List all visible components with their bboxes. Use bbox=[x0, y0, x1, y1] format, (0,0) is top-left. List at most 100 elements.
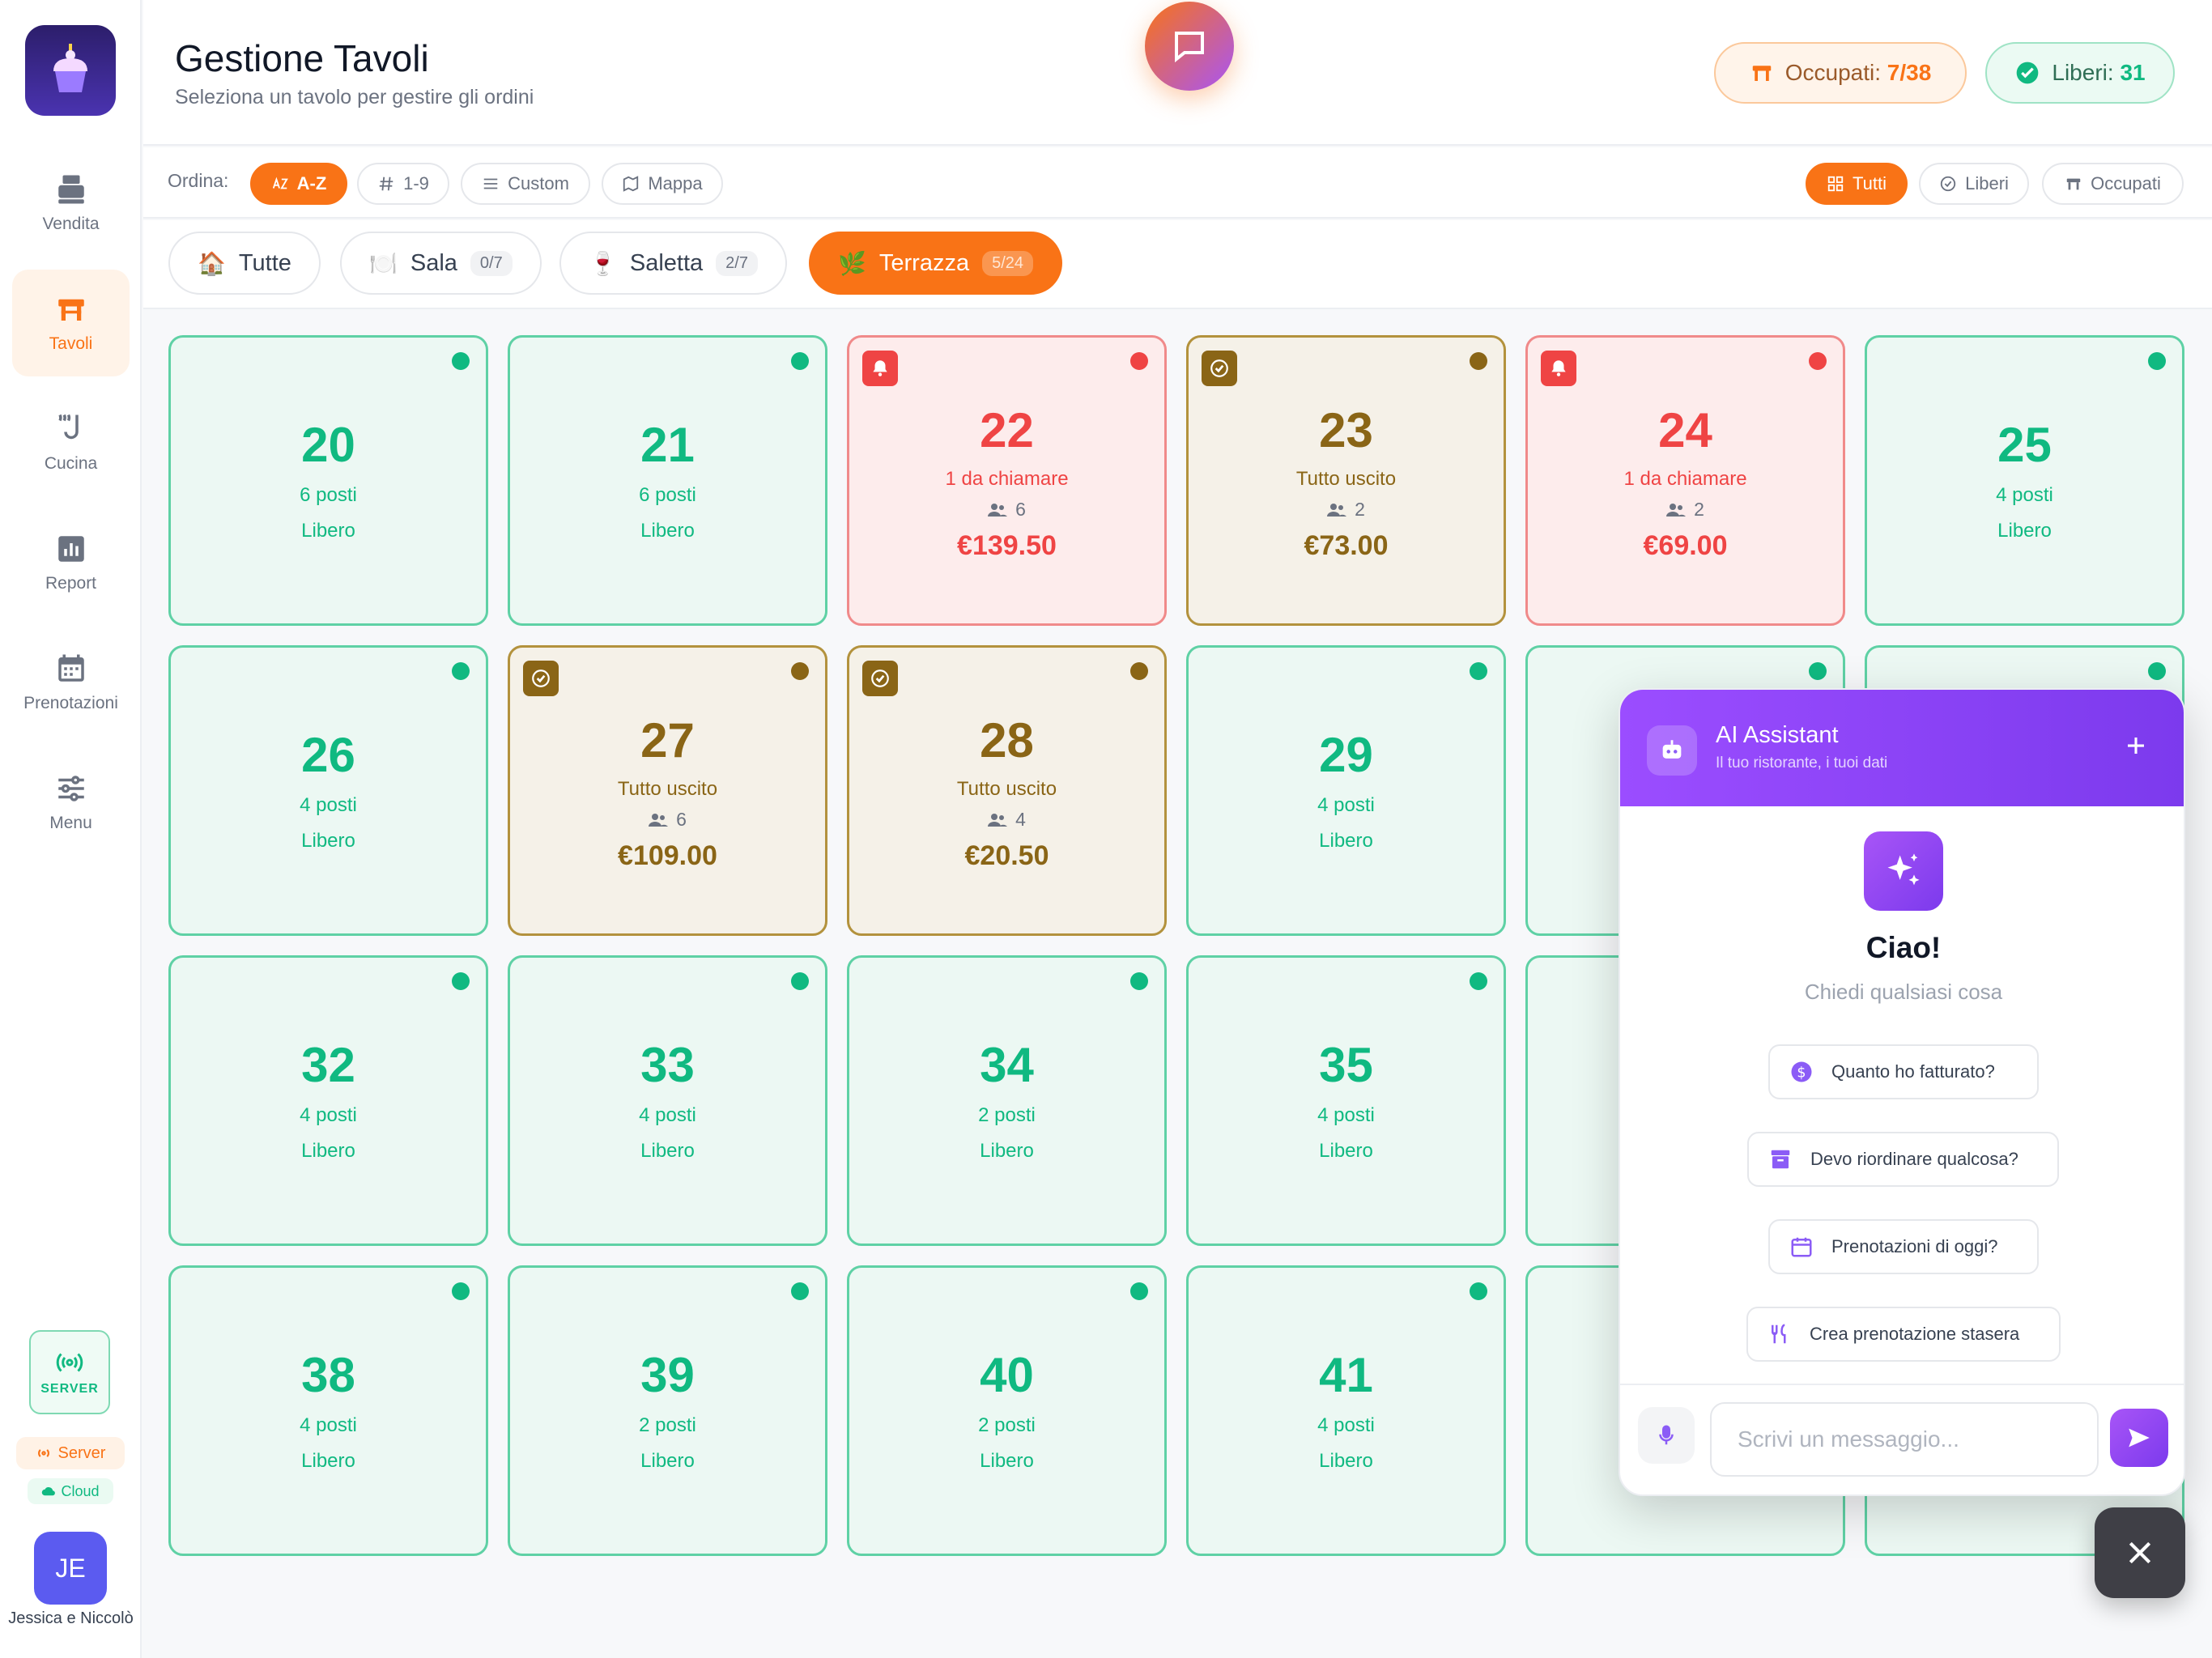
free-label: Liberi: bbox=[2052, 60, 2114, 85]
server-status-button[interactable]: SERVER bbox=[29, 1330, 110, 1414]
table-card[interactable]: 38 4 posti Libero bbox=[168, 1265, 488, 1556]
table-card[interactable]: 23 Tutto uscito 2 €73.00 bbox=[1186, 335, 1506, 626]
sidebar-item-tavoli[interactable]: Tavoli bbox=[12, 270, 130, 376]
table-card[interactable]: 27 Tutto uscito 6 €109.00 bbox=[508, 645, 827, 936]
sidebar-item-label: Tavoli bbox=[49, 334, 93, 353]
table-seats: 4 posti bbox=[300, 1104, 357, 1126]
suggestion-button[interactable]: Crea prenotazione stasera bbox=[1746, 1307, 2061, 1362]
table-card[interactable]: 29 4 posti Libero bbox=[1186, 645, 1506, 936]
table-card[interactable]: 26 4 posti Libero bbox=[168, 645, 488, 936]
sidebar-item-cucina[interactable]: Cucina bbox=[12, 389, 130, 496]
table-seats: 4 posti bbox=[639, 1104, 696, 1126]
table-card[interactable]: 21 6 posti Libero bbox=[508, 335, 827, 626]
message-input[interactable] bbox=[1710, 1402, 2099, 1477]
check-badge bbox=[862, 661, 898, 696]
occupied-label: Occupati: bbox=[1784, 60, 1881, 85]
sidebar-item-label: Cucina bbox=[44, 454, 98, 473]
dollar-icon: $ bbox=[1791, 1061, 1812, 1082]
tab-sala[interactable]: 🍽️ Sala 0/7 bbox=[340, 232, 542, 295]
microphone-button[interactable] bbox=[1638, 1407, 1695, 1464]
people-icon bbox=[988, 503, 1008, 517]
plate-icon: 🍽️ bbox=[369, 250, 398, 276]
sidebar-item-vendita[interactable]: Vendita bbox=[12, 150, 130, 257]
sidebar-item-prenotazioni[interactable]: Prenotazioni bbox=[12, 629, 130, 736]
table-seats: 4 posti bbox=[1317, 1414, 1375, 1436]
chat-fab-button[interactable] bbox=[1145, 2, 1234, 91]
cloud-status-badge: Cloud bbox=[28, 1478, 113, 1504]
suggestion-label: Quanto ho fatturato? bbox=[1831, 1061, 1995, 1082]
table-card[interactable]: 28 Tutto uscito 4 €20.50 bbox=[847, 645, 1167, 936]
register-icon bbox=[57, 175, 84, 204]
room-label: Sala bbox=[410, 249, 457, 276]
table-card[interactable]: 34 2 posti Libero bbox=[847, 955, 1167, 1246]
send-button[interactable] bbox=[2110, 1409, 2168, 1467]
table-number: 39 bbox=[640, 1348, 695, 1402]
suggestion-button[interactable]: Devo riordinare qualcosa? bbox=[1747, 1132, 2059, 1187]
tab-saletta[interactable]: 🍷 Saletta 2/7 bbox=[559, 232, 787, 295]
table-number: 35 bbox=[1319, 1038, 1373, 1092]
filter-all-button[interactable]: Tutti bbox=[1806, 163, 1908, 205]
table-seats: 4 posti bbox=[1317, 794, 1375, 816]
sparkles-icon bbox=[1887, 853, 1920, 886]
map-icon bbox=[623, 176, 639, 192]
table-card[interactable]: 40 2 posti Libero bbox=[847, 1265, 1167, 1556]
table-state: Libero bbox=[301, 1140, 355, 1162]
sort-az-button[interactable]: A-Z bbox=[250, 163, 347, 205]
table-card[interactable]: 41 4 posti Libero bbox=[1186, 1265, 1506, 1556]
table-state: Libero bbox=[301, 520, 355, 542]
tab-tutte[interactable]: 🏠 Tutte bbox=[168, 232, 321, 295]
suggestion-button[interactable]: Prenotazioni di oggi? bbox=[1768, 1219, 2039, 1274]
sort-filter-toolbar: Ordina: A-Z 1-9 Custom Mappa Tutti Liber… bbox=[143, 147, 2212, 219]
suggestion-label: Devo riordinare qualcosa? bbox=[1810, 1149, 2018, 1169]
sort-alpha-icon bbox=[272, 176, 288, 189]
table-seats: 4 posti bbox=[1317, 1104, 1375, 1126]
ai-prompt-hint: Chiedi qualsiasi cosa bbox=[1804, 980, 2003, 1004]
check-circle-icon bbox=[532, 670, 550, 687]
occupied-value: 7/38 bbox=[1887, 60, 1932, 85]
calendar-icon bbox=[1791, 1237, 1812, 1257]
sort-map-button[interactable]: Mappa bbox=[602, 163, 723, 205]
guests-count: 4 bbox=[1015, 809, 1026, 830]
sidebar-item-menu[interactable]: Menu bbox=[12, 749, 130, 856]
table-number: 29 bbox=[1319, 728, 1373, 782]
filter-occupied-button[interactable]: Occupati bbox=[2042, 163, 2184, 205]
filter-option-label: Liberi bbox=[1965, 173, 2009, 193]
table-number: 34 bbox=[980, 1038, 1034, 1092]
table-state: Libero bbox=[1319, 1450, 1373, 1472]
status-dot bbox=[791, 662, 809, 680]
app-logo[interactable] bbox=[25, 25, 116, 116]
table-card[interactable]: 22 1 da chiamare 6 €139.50 bbox=[847, 335, 1167, 626]
sidebar-item-label: Prenotazioni bbox=[23, 694, 118, 712]
new-chat-button[interactable] bbox=[2116, 725, 2156, 766]
table-card[interactable]: 35 4 posti Libero bbox=[1186, 955, 1506, 1246]
tab-terrazza[interactable]: 🌿 Terrazza 5/24 bbox=[809, 232, 1063, 295]
table-card[interactable]: 25 4 posti Libero bbox=[1865, 335, 2184, 626]
people-icon bbox=[649, 813, 669, 827]
table-state: Libero bbox=[1997, 520, 2052, 542]
ai-assistant-panel: AI Assistant Il tuo ristorante, i tuoi d… bbox=[1619, 688, 2185, 1496]
table-note: Tutto uscito bbox=[1295, 468, 1397, 490]
close-icon bbox=[2129, 1541, 2151, 1564]
sort-custom-button[interactable]: Custom bbox=[461, 163, 590, 205]
status-dot bbox=[1130, 662, 1148, 680]
sort-numeric-button[interactable]: 1-9 bbox=[357, 163, 449, 205]
suggestion-button[interactable]: $ Quanto ho fatturato? bbox=[1768, 1044, 2039, 1099]
close-assistant-button[interactable] bbox=[2095, 1507, 2185, 1598]
table-card[interactable]: 39 2 posti Libero bbox=[508, 1265, 827, 1556]
status-dot bbox=[791, 972, 809, 990]
table-seats: 4 posti bbox=[300, 794, 357, 816]
avatar[interactable]: JE bbox=[34, 1532, 107, 1605]
table-card[interactable]: 24 1 da chiamare 2 €69.00 bbox=[1525, 335, 1845, 626]
table-card[interactable]: 33 4 posti Libero bbox=[508, 955, 827, 1246]
plant-icon: 🌿 bbox=[838, 250, 866, 276]
table-seats: 2 posti bbox=[639, 1414, 696, 1436]
filter-option-label: Occupati bbox=[2091, 173, 2161, 193]
sidebar-item-report[interactable]: Report bbox=[12, 509, 130, 616]
people-icon bbox=[1666, 503, 1687, 517]
filter-free-button[interactable]: Liberi bbox=[1919, 163, 2029, 205]
table-number: 33 bbox=[640, 1038, 695, 1092]
free-counter: Liberi: 31 bbox=[1985, 42, 2175, 104]
table-card[interactable]: 20 6 posti Libero bbox=[168, 335, 488, 626]
status-dot bbox=[791, 1282, 809, 1300]
table-card[interactable]: 32 4 posti Libero bbox=[168, 955, 488, 1246]
